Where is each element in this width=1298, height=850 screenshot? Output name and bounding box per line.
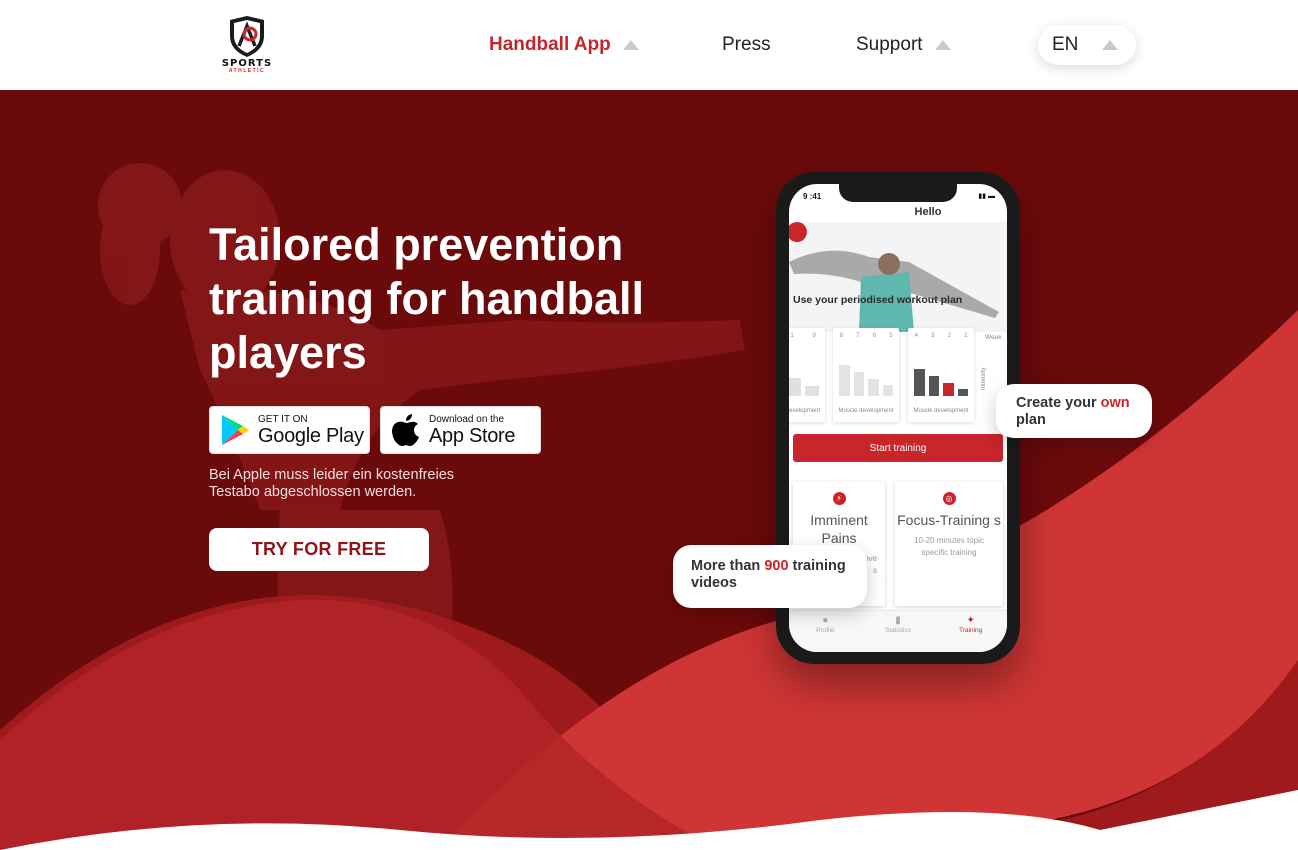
start-training-button[interactable]: Start training — [793, 434, 1003, 462]
week-numbers: 8 7 6 5 — [833, 332, 899, 339]
app-store-big: App Store — [429, 424, 516, 447]
greeting: Hello — [914, 206, 942, 218]
bar — [789, 378, 801, 396]
bar — [914, 368, 925, 396]
week-numbers: 1 9 — [789, 332, 825, 339]
shield-logo-icon — [230, 16, 264, 57]
workout-title: Use your periodised workout plan — [793, 294, 963, 306]
week-number: 5 — [888, 332, 893, 339]
week-card-label: Muscle development — [913, 408, 969, 414]
nav-label: Handball App — [489, 34, 611, 55]
bar — [805, 386, 819, 396]
tab-profile[interactable]: ● Profile — [795, 615, 855, 652]
week-card-label: development — [789, 408, 821, 414]
nav-handball-app[interactable]: Handball App — [489, 34, 639, 56]
intensity-bars — [914, 352, 968, 396]
bubble-text: More than — [691, 558, 765, 574]
lightning-icon: ⚡ — [832, 492, 846, 505]
tile-title: Focus-Training s — [897, 512, 1001, 528]
apple-note: Bei Apple muss leider ein kostenfreies T… — [209, 467, 455, 500]
bar — [868, 379, 879, 396]
week-number: 2 — [947, 332, 952, 339]
hero-background — [0, 90, 1298, 850]
brand-logo[interactable]: SPORTS ATHLETIC — [212, 16, 282, 74]
intensity-bars — [839, 352, 893, 396]
tile-focus-training[interactable]: ◎ Focus-Training s 10-20 minutes topic s… — [895, 482, 1003, 606]
week-card[interactable]: 8 7 6 5 Muscle development — [833, 328, 899, 422]
bar — [928, 376, 939, 396]
phone-tab-bar: ● Profile ▮ Statistics ✦ Training — [789, 610, 1007, 652]
week-card[interactable]: 1 9 development — [789, 328, 825, 422]
week-number: 6 — [872, 332, 877, 339]
tile-desc: 10-20 minutes topic specific training — [914, 536, 984, 557]
google-play-icon — [222, 415, 249, 445]
week-number: 7 — [855, 332, 860, 339]
tab-label: Training — [959, 627, 983, 634]
site-header: SPORTS ATHLETIC Handball App Press Suppo… — [0, 0, 1298, 90]
person-icon: ● — [822, 615, 829, 626]
week-number: 1 — [790, 332, 794, 339]
bar — [882, 385, 893, 396]
signal-battery-icon: ▮▮ ▬ — [978, 193, 995, 200]
week-card-label: Muscle development — [838, 408, 894, 414]
language-selector[interactable]: EN — [1038, 25, 1136, 65]
app-store-button[interactable]: Download on the App Store — [380, 406, 541, 454]
week-number: 3 — [930, 332, 935, 339]
week-card[interactable]: 4 3 2 1 Muscle development — [908, 328, 974, 422]
tab-training[interactable]: ✦ Training — [941, 615, 1001, 652]
tile-title: Imminent Pains — [810, 512, 868, 546]
bubble-highlight: own — [1100, 395, 1130, 411]
week-axis-label: Week — [985, 334, 1002, 341]
week-number: 8 — [839, 332, 844, 339]
google-play-small: GET IT ON — [258, 413, 308, 425]
bubble-text: plan — [1016, 412, 1046, 428]
hero-headline: Tailored prevention training for handbal… — [209, 219, 644, 378]
intensity-axis-label: Intensity — [981, 367, 987, 390]
bar — [839, 365, 850, 396]
try-for-free-button[interactable]: TRY FOR FREE — [209, 528, 429, 571]
week-number: 4 — [914, 332, 919, 339]
bubble-text: Create your — [1016, 395, 1101, 411]
chevron-up-icon — [1102, 40, 1119, 50]
app-store-small: Download on the — [429, 413, 505, 425]
phone-notch — [839, 184, 957, 202]
nav-support[interactable]: Support — [856, 34, 951, 56]
chevron-up-icon — [934, 40, 951, 50]
nav-press[interactable]: Press — [722, 34, 771, 56]
week-number: 9 — [812, 332, 816, 339]
apple-icon — [392, 414, 419, 446]
bar — [853, 371, 864, 396]
google-play-big: Google Play — [258, 424, 364, 447]
hero-section: Tailored prevention training for handbal… — [0, 90, 1298, 850]
bubble-create-plan: Create your own plan — [996, 384, 1152, 438]
week-numbers: 4 3 2 1 — [908, 332, 974, 339]
week-number: 1 — [963, 332, 968, 339]
logo-sub: ATHLETIC — [228, 68, 266, 74]
bubble-training-videos: More than 900 training videos — [673, 545, 867, 608]
chevron-up-icon — [622, 40, 639, 50]
nav-label: Support — [856, 34, 923, 55]
athlete-image — [789, 222, 1007, 332]
bar — [943, 382, 954, 396]
language-label: EN — [1052, 34, 1079, 55]
target-icon: ◎ — [942, 492, 956, 505]
tab-statistics[interactable]: ▮ Statistics — [868, 615, 928, 652]
google-play-button[interactable]: GET IT ON Google Play — [209, 406, 370, 454]
intensity-bars — [789, 352, 819, 396]
nav-label: Press — [722, 34, 771, 55]
status-time: 9 :41 — [803, 192, 822, 201]
bar — [957, 389, 968, 396]
bar-chart-icon: ▮ — [895, 615, 901, 626]
running-icon: ✦ — [966, 615, 975, 626]
bubble-highlight: 900 — [764, 558, 789, 574]
tab-label: Statistics — [884, 627, 911, 634]
tab-label: Profile — [816, 627, 835, 634]
